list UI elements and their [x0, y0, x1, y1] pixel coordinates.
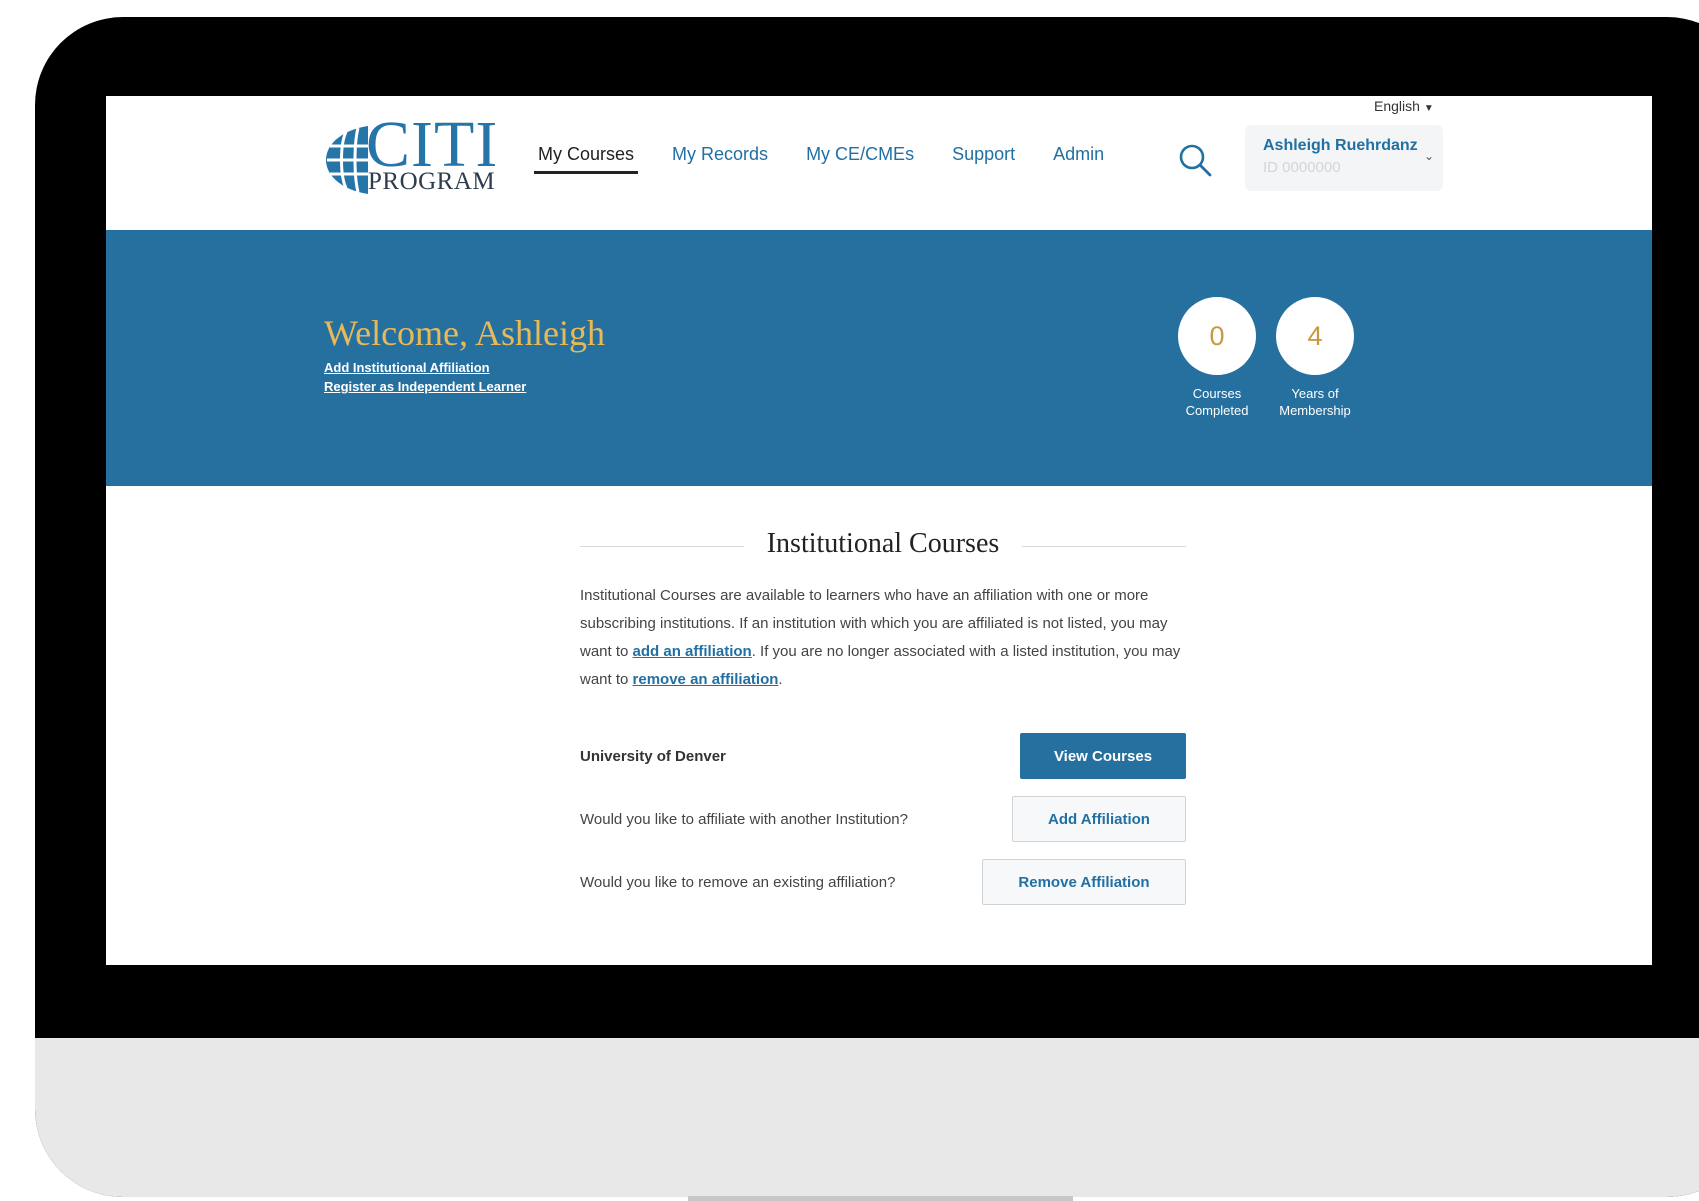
stat-label-line: Courses	[1192, 386, 1242, 401]
nav-my-records[interactable]: My Records	[672, 144, 768, 174]
institution-name: University of Denver	[580, 748, 726, 765]
welcome-banner: Welcome, Ashleigh Add Institutional Affi…	[106, 230, 1652, 486]
section-title-text: Institutional Courses	[754, 528, 1012, 559]
browser-screen: CITI PROGRAM My Courses My Records My CE…	[106, 96, 1652, 965]
section-title: Institutional Courses	[580, 528, 1186, 560]
stat-label-line: Membership	[1279, 403, 1351, 418]
stat-label-line: Completed	[1185, 403, 1249, 418]
device-mockup: CITI PROGRAM My Courses My Records My CE…	[0, 0, 1699, 1201]
desc-text: .	[778, 671, 783, 688]
stat-label: Years of Membership	[1270, 385, 1360, 419]
user-menu[interactable]: Ashleigh Ruehrdanz ID 0000000 ⌄	[1245, 125, 1443, 191]
add-institutional-affiliation-link[interactable]: Add Institutional Affiliation	[324, 360, 490, 375]
stat-value: 4	[1276, 297, 1354, 375]
remove-affiliation-link[interactable]: remove an affiliation	[633, 671, 779, 688]
caret-down-icon: ▼	[1423, 103, 1434, 114]
section-description: Institutional Courses are available to l…	[580, 582, 1192, 694]
monitor-chin	[35, 1038, 1699, 1197]
globe-icon	[326, 126, 368, 194]
stat-label: Courses Completed	[1172, 385, 1262, 419]
search-icon[interactable]	[1177, 142, 1213, 178]
stat-label-line: Years of	[1291, 386, 1339, 401]
main-nav: My Courses My Records My CE/CMEs Support…	[534, 144, 1142, 174]
stat-years-membership: 4 Years of Membership	[1270, 297, 1360, 419]
stat-value: 0	[1178, 297, 1256, 375]
user-name: Ashleigh Ruehrdanz	[1263, 137, 1418, 154]
welcome-heading: Welcome, Ashleigh	[324, 313, 606, 353]
institutional-courses-section: Institutional Courses Institutional Cour…	[580, 528, 1186, 905]
user-id: ID 0000000	[1263, 159, 1341, 176]
citi-program-logo[interactable]: CITI PROGRAM	[324, 112, 497, 200]
logo-wordmark-program: PROGRAM	[368, 168, 496, 195]
remove-affiliation-button[interactable]: Remove Affiliation	[982, 859, 1186, 905]
view-courses-button[interactable]: View Courses	[1020, 733, 1186, 779]
add-affiliation-link[interactable]: add an affiliation	[633, 643, 752, 660]
register-independent-learner-link[interactable]: Register as Independent Learner	[324, 379, 526, 394]
nav-support[interactable]: Support	[952, 144, 1015, 174]
monitor-stand	[688, 1196, 1073, 1201]
stat-courses-completed: 0 Courses Completed	[1172, 297, 1262, 419]
site-header: CITI PROGRAM My Courses My Records My CE…	[106, 96, 1652, 230]
section-header: Institutional Courses	[580, 528, 1186, 564]
add-affiliation-button[interactable]: Add Affiliation	[1012, 796, 1186, 842]
nav-my-ce-cmes[interactable]: My CE/CMEs	[806, 144, 914, 174]
nav-my-courses[interactable]: My Courses	[534, 144, 639, 174]
chevron-down-icon: ⌄	[1424, 149, 1435, 163]
remove-prompt: Would you like to remove an existing aff…	[580, 874, 896, 891]
affiliate-prompt: Would you like to affiliate with another…	[580, 811, 908, 828]
language-label: English	[1374, 98, 1420, 114]
nav-admin[interactable]: Admin	[1053, 144, 1104, 174]
language-selector[interactable]: English ▼	[1374, 98, 1434, 114]
